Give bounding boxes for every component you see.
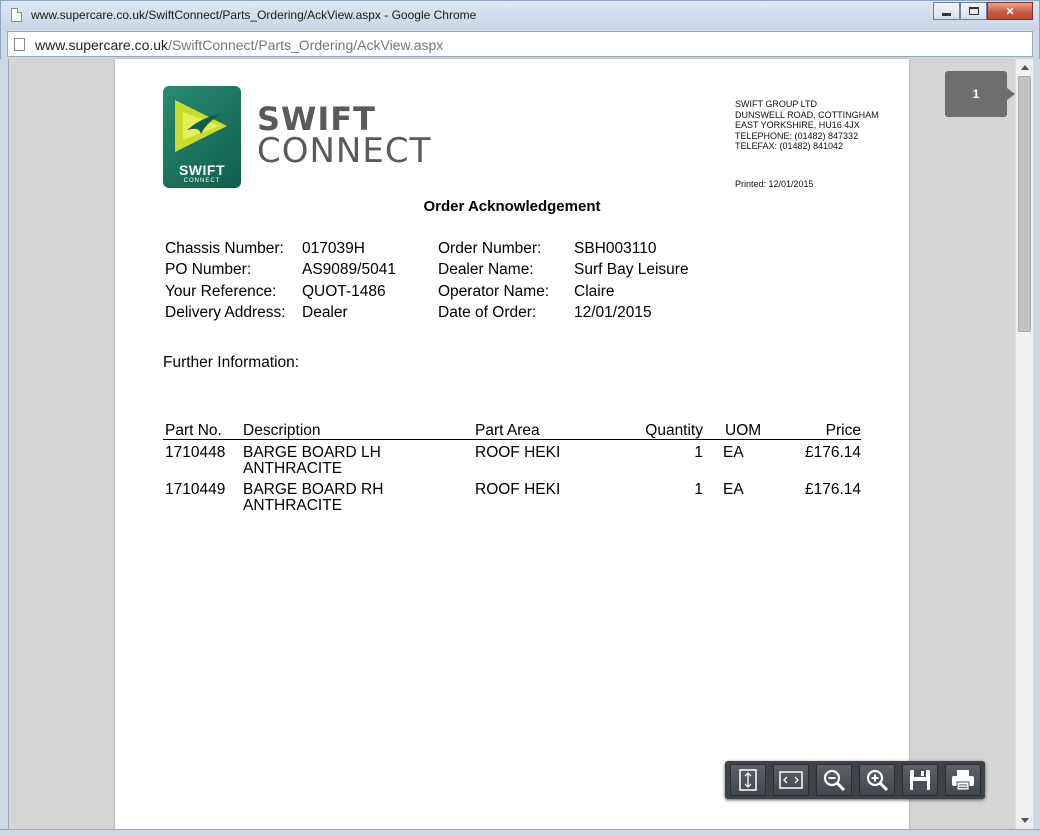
cell-uom: EA — [723, 481, 744, 498]
fit-width-icon — [779, 771, 803, 789]
cell-part-no: 1710449 — [165, 481, 226, 498]
window-bottom-border — [0, 829, 1040, 836]
header-part-area: Part Area — [475, 422, 540, 439]
company-line: TELEFAX: (01482) 841042 — [735, 141, 844, 151]
document-title: Order Acknowledgement — [423, 198, 601, 215]
viewer-toolbar — [725, 761, 985, 799]
description-line: ANTHRACITE — [243, 460, 343, 477]
cell-description: BARGE BOARD LH ANTHRACITE — [243, 445, 381, 477]
field-value: 12/01/2015 — [574, 303, 652, 321]
header-description: Description — [243, 422, 321, 439]
scroll-up-arrow-icon[interactable] — [1021, 65, 1029, 70]
maximize-button[interactable] — [960, 2, 987, 20]
minimize-icon — [942, 12, 951, 16]
field-label: Operator Name: — [438, 282, 550, 300]
save-icon — [910, 770, 930, 790]
company-line: SWIFT GROUP LTD — [735, 99, 818, 109]
company-line: TELEPHONE: (01482) 847332 — [735, 130, 859, 141]
close-button[interactable]: ✕ — [987, 2, 1033, 20]
window-title: www.supercare.co.uk/SwiftConnect/Parts_O… — [31, 8, 477, 22]
url-text[interactable]: www.supercare.co.uk/SwiftConnect/Parts_O… — [35, 37, 443, 53]
order-field-values-left: 017039H AS9089/5041 QUOT-1486 Dealer — [302, 238, 396, 323]
table-row: 1710448 BARGE BOARD LH ANTHRACITE ROOF HE… — [163, 440, 861, 477]
printed-date: Printed: 12/01/2015 — [735, 179, 814, 189]
field-value: 017039H — [302, 240, 365, 257]
scroll-down-arrow-icon[interactable] — [1021, 818, 1029, 823]
table-header: Part No. Description Part Area Quantity … — [163, 420, 861, 440]
document-page: SWIFT CONNECT SWIFT CONNECT SWIFT GROUP … — [115, 59, 909, 829]
zoom-in-button[interactable] — [859, 764, 895, 796]
cell-price: £176.14 — [804, 444, 861, 461]
fit-page-icon — [739, 769, 757, 791]
cell-quantity: 1 — [694, 481, 703, 498]
cell-uom: EA — [723, 444, 744, 461]
cell-description: BARGE BOARD RH ANTHRACITE — [243, 482, 383, 514]
description-line: BARGE BOARD LH — [243, 444, 381, 461]
field-value: AS9089/5041 — [302, 261, 396, 279]
page-icon — [14, 38, 25, 51]
field-value: Surf Bay Leisure — [574, 261, 689, 279]
field-value: Claire — [574, 282, 615, 300]
description-line: BARGE BOARD RH — [243, 481, 384, 498]
cell-part-area: ROOF HEKI — [475, 481, 561, 498]
scrollbar-thumb[interactable] — [1018, 76, 1031, 332]
order-field-labels-left: Chassis Number: PO Number: Your Referenc… — [165, 238, 286, 323]
cell-part-area: ROOF HEKI — [475, 444, 561, 461]
header-price: Price — [825, 422, 861, 439]
field-label: Date of Order: — [438, 303, 537, 321]
page-number-indicator: 1 — [945, 71, 1015, 117]
field-label: Dealer Name: — [438, 261, 534, 279]
swift-logo-badge: SWIFT CONNECT — [163, 86, 241, 188]
wordmark-line2: CONNECT — [257, 131, 432, 171]
logo-badge-text: SWIFT — [178, 162, 226, 178]
address-bar: www.supercare.co.uk/SwiftConnect/Parts_O… — [0, 30, 1040, 59]
parts-table: Part No. Description Part Area Quantity … — [163, 420, 861, 514]
vertical-scrollbar[interactable] — [1015, 59, 1033, 829]
print-icon — [952, 770, 974, 791]
description-line: ANTHRACITE — [243, 497, 343, 514]
fit-page-button[interactable] — [730, 764, 766, 796]
field-value: Dealer — [302, 303, 348, 321]
cell-quantity: 1 — [694, 444, 703, 461]
swift-bird-icon — [175, 100, 227, 152]
company-address: SWIFT GROUP LTD DUNSWELL ROAD, COTTINGHA… — [735, 99, 879, 152]
company-line: DUNSWELL ROAD, COTTINGHAM — [735, 109, 879, 120]
cell-part-no: 1710448 — [165, 444, 226, 461]
zoom-out-button[interactable] — [816, 764, 852, 796]
further-information-label: Further Information: — [163, 354, 300, 371]
close-icon: ✕ — [1005, 5, 1015, 18]
print-button[interactable] — [945, 764, 981, 796]
logo-badge-subtext: CONNECT — [183, 178, 221, 184]
order-field-labels-right: Order Number: Dealer Name: Operator Name… — [438, 238, 549, 323]
header-uom: UOM — [725, 422, 762, 439]
fit-width-button[interactable] — [773, 764, 809, 796]
field-label: PO Number: — [165, 261, 252, 279]
table-row: 1710449 BARGE BOARD RH ANTHRACITE ROOF HE… — [163, 477, 861, 514]
field-value: SBH003110 — [574, 240, 657, 257]
order-field-values-right: SBH003110 Surf Bay Leisure Claire 12/01/… — [574, 238, 689, 323]
header-quantity: Quantity — [645, 422, 703, 439]
url-path: /SwiftConnect/Parts_Ordering/AckView.asp… — [168, 37, 444, 53]
page-icon — [11, 8, 22, 22]
header-part-no: Part No. — [165, 422, 222, 439]
window-titlebar: www.supercare.co.uk/SwiftConnect/Parts_O… — [0, 0, 1040, 30]
zoom-in-icon — [866, 769, 889, 792]
maximize-icon — [968, 7, 979, 15]
zoom-out-icon — [823, 769, 846, 792]
window-controls: ✕ — [933, 2, 1033, 20]
cell-price: £176.14 — [804, 481, 861, 498]
save-button[interactable] — [902, 764, 938, 796]
field-label: Delivery Address: — [165, 303, 286, 321]
field-label: Your Reference: — [165, 282, 277, 300]
field-label: Order Number: — [438, 240, 542, 257]
company-line: EAST YORKSHIRE, HU16 4JX — [735, 120, 860, 130]
url-field[interactable]: www.supercare.co.uk/SwiftConnect/Parts_O… — [7, 31, 1033, 57]
minimize-button[interactable] — [933, 2, 960, 20]
swift-connect-wordmark: SWIFT CONNECT — [257, 103, 432, 171]
field-value: QUOT-1486 — [302, 282, 386, 300]
pdf-viewer[interactable]: SWIFT CONNECT SWIFT CONNECT SWIFT GROUP … — [8, 59, 1033, 829]
url-host: www.supercare.co.uk — [35, 37, 169, 53]
field-label: Chassis Number: — [165, 240, 284, 257]
